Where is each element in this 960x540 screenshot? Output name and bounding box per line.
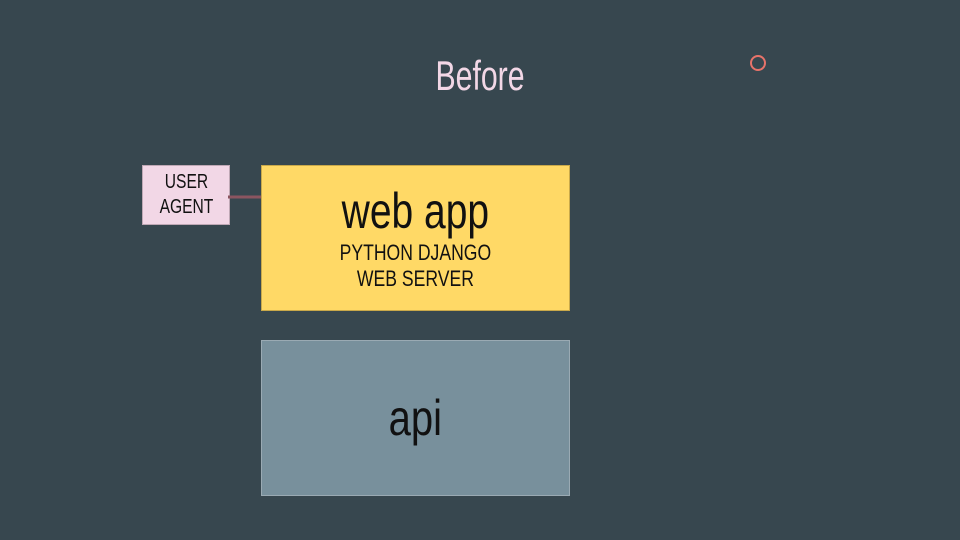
api-title: api: [388, 390, 443, 446]
user-agent-label: USER AGENT: [159, 171, 213, 218]
user-agent-box: USER AGENT: [142, 165, 230, 225]
web-app-title: web app: [341, 183, 490, 239]
slide-title: Before: [435, 52, 525, 99]
ring-icon: [750, 55, 766, 71]
web-app-subtitle: PYTHON DJANGO WEB SERVER: [339, 240, 492, 291]
web-app-box: web app PYTHON DJANGO WEB SERVER: [261, 165, 570, 311]
api-box: api: [261, 340, 570, 496]
slide: Before USER AGENT web app PYTHON DJANGO …: [0, 0, 960, 540]
